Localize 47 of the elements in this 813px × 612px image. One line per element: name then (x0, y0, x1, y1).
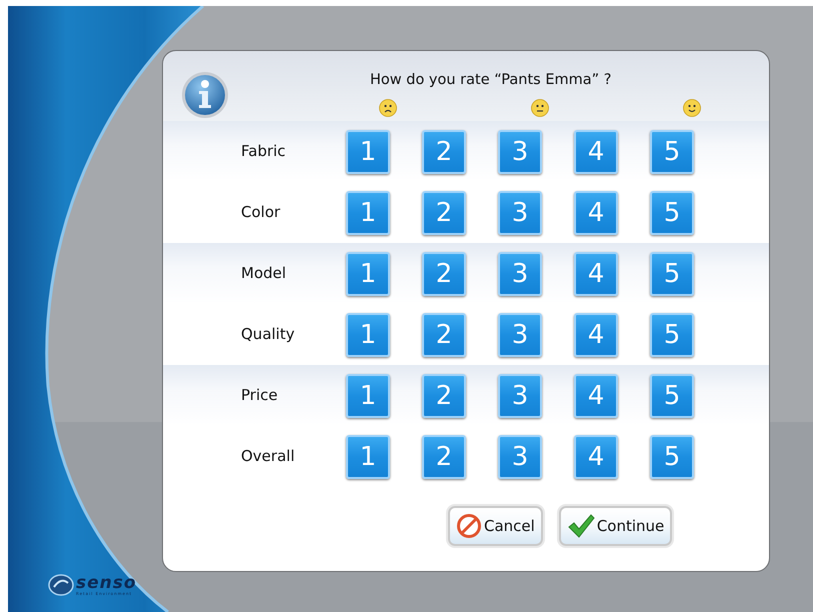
rating-button[interactable]: 1 (346, 434, 390, 478)
rating-button[interactable]: 1 (346, 190, 390, 234)
criterion-label: Quality (241, 324, 296, 346)
rating-button[interactable]: 4 (574, 130, 618, 174)
logo-icon (48, 574, 74, 596)
rating-button[interactable]: 1 (346, 130, 390, 174)
rating-button[interactable]: 3 (498, 312, 542, 356)
rating-button[interactable]: 4 (574, 190, 618, 234)
neutral-face-icon (531, 98, 549, 117)
logo-name: senso (76, 574, 137, 592)
sad-face-icon (379, 98, 397, 117)
rating-button[interactable]: 5 (650, 252, 694, 296)
rating-button[interactable]: 5 (650, 130, 694, 174)
rating-button[interactable]: 3 (498, 190, 542, 234)
criterion-label: Overall (241, 446, 296, 468)
rating-button[interactable]: 5 (650, 374, 694, 418)
rating-button[interactable]: 3 (498, 252, 542, 296)
rating-button[interactable]: 3 (498, 434, 542, 478)
rating-button[interactable]: 2 (422, 130, 466, 174)
criterion-label: Model (241, 263, 288, 284)
rating-button[interactable]: 3 (498, 374, 542, 418)
info-icon (181, 71, 229, 119)
criterion-label: Color (241, 202, 282, 224)
rating-button[interactable]: 1 (346, 312, 390, 356)
happy-face-icon (683, 98, 701, 117)
rating-button[interactable]: 3 (498, 130, 542, 174)
rating-button[interactable]: 2 (422, 434, 466, 478)
rating-button[interactable]: 2 (422, 252, 466, 296)
rating-button[interactable]: 4 (574, 312, 618, 356)
cancel-button[interactable]: Cancel (448, 506, 543, 546)
rating-button[interactable]: 5 (650, 190, 694, 234)
rating-button[interactable]: 5 (650, 312, 694, 356)
checkmark-icon (566, 513, 595, 539)
rating-button[interactable]: 2 (422, 190, 466, 234)
continue-button[interactable]: Continue (558, 506, 672, 546)
rating-button[interactable]: 4 (574, 374, 618, 418)
rating-button[interactable]: 2 (422, 374, 466, 418)
criterion-label: Fabric (241, 141, 287, 162)
rating-button[interactable]: 4 (574, 252, 618, 296)
dialog-title: How do you rate “Pants Emma” ? (370, 71, 612, 89)
prohibited-icon (456, 513, 482, 539)
rating-button[interactable]: 5 (650, 434, 694, 478)
rating-button[interactable]: 1 (346, 374, 390, 418)
rating-button[interactable]: 2 (422, 312, 466, 356)
rating-button[interactable]: 1 (346, 252, 390, 296)
rating-button[interactable]: 4 (574, 434, 618, 478)
criterion-label: Price (241, 385, 279, 406)
